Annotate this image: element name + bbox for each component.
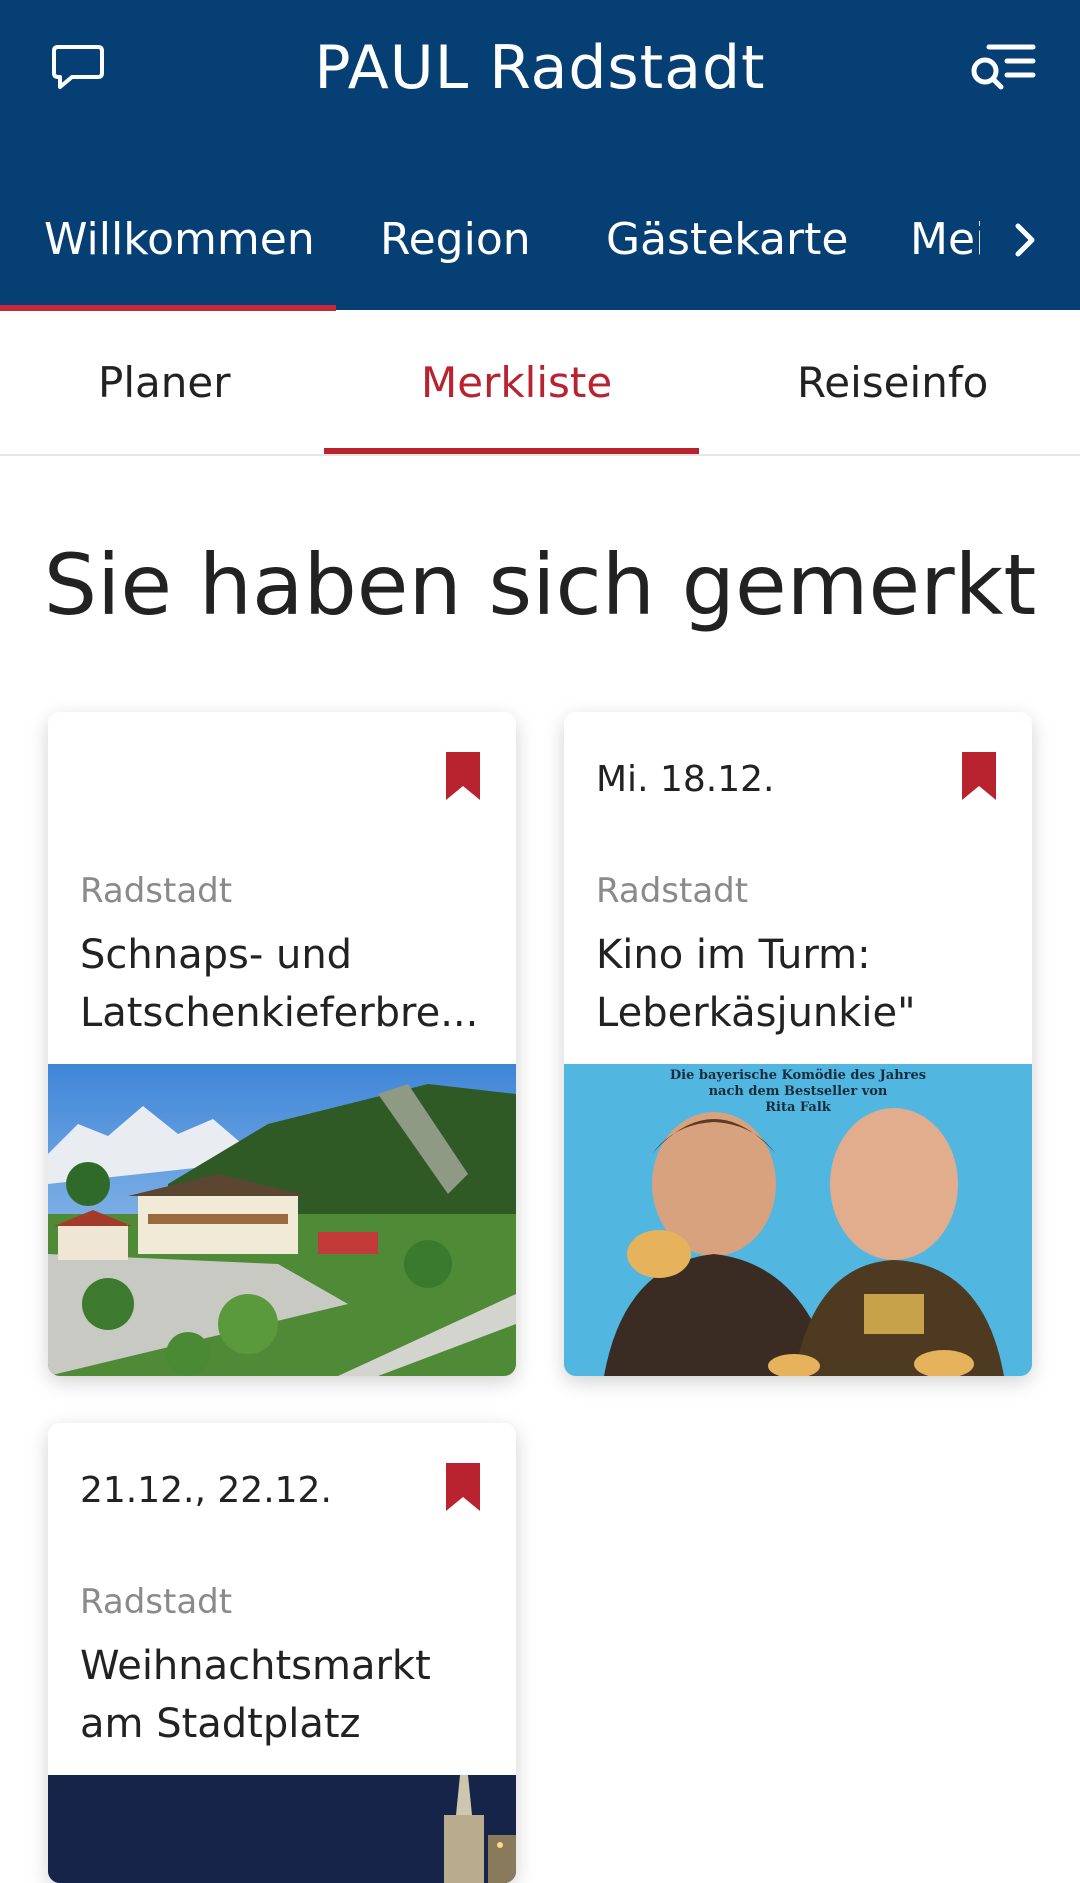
card-date: Mi. 18.12. — [596, 759, 775, 800]
card-title-line: Kino im Turm: — [596, 932, 871, 978]
app-header: PAUL Radstadt Willkommen Region Gästekar… — [0, 0, 1080, 311]
tab-willkommen[interactable]: Willkommen — [44, 210, 315, 270]
tabs-next-button[interactable] — [990, 208, 1060, 272]
night-photo — [48, 1775, 516, 1883]
tab-gaestekarte[interactable]: Gästekarte — [606, 210, 848, 270]
poster-caption-line: Rita Falk — [765, 1100, 831, 1115]
event-card[interactable]: 21.12., 22.12. Radstadt Weihnachtsmarkt … — [48, 1423, 516, 1883]
card-date: 21.12., 22.12. — [80, 1470, 332, 1511]
movie-poster: Die bayerische Komödie des Jahres nach d… — [564, 1064, 1032, 1376]
tab-mein[interactable]: Mei — [910, 210, 980, 270]
bookmark-icon[interactable] — [960, 750, 998, 802]
page-title: Sie haben sich gemerkt — [43, 536, 1037, 634]
chevron-right-icon — [1015, 223, 1035, 257]
card-location: Radstadt — [80, 871, 233, 911]
card-title-line: Leberkäsjunkie" — [596, 990, 916, 1036]
sub-tab-bar: Planer Merkliste Reiseinfo — [0, 310, 1080, 456]
search-menu-button[interactable] — [958, 32, 1046, 102]
card-title-line: Latschenkieferbre... — [80, 990, 479, 1036]
tab-merkliste[interactable]: Merkliste — [421, 355, 612, 411]
card-location: Radstadt — [596, 871, 749, 911]
poster-caption-line: Die bayerische Komödie des Jahres — [669, 1068, 927, 1083]
search-list-icon — [971, 44, 1036, 90]
tab-region[interactable]: Region — [380, 210, 531, 270]
card-location: Radstadt — [80, 1582, 233, 1622]
card-title: Schnaps- und Latschenkieferbre... — [80, 926, 500, 1042]
tab-reiseinfo[interactable]: Reiseinfo — [797, 355, 988, 411]
landscape-photo — [48, 1064, 516, 1376]
card-title-line: am Stadtplatz — [80, 1701, 361, 1747]
card-title-line: Weihnachtsmarkt — [80, 1643, 431, 1689]
card-title: Kino im Turm: Leberkäsjunkie" — [596, 926, 1016, 1042]
card-title: Weihnachtsmarkt am Stadtplatz — [80, 1637, 500, 1753]
event-card[interactable]: Radstadt Schnaps- und Latschenkieferbre.… — [48, 712, 516, 1376]
poster-caption: Die bayerische Komödie des Jahres nach d… — [564, 1068, 1032, 1116]
tab-planer[interactable]: Planer — [98, 355, 230, 411]
app-title: PAUL Radstadt — [314, 33, 766, 103]
event-card[interactable]: Mi. 18.12. Radstadt Kino im Turm: Leberk… — [564, 712, 1032, 1376]
card-title-line: Schnaps- und — [80, 932, 353, 978]
poster-caption-line: nach dem Bestseller von — [708, 1084, 888, 1099]
bookmark-icon[interactable] — [444, 750, 482, 802]
main-tab-bar: Willkommen Region Gästekarte Mei — [0, 190, 1080, 311]
bookmark-icon[interactable] — [444, 1461, 482, 1513]
active-subtab-indicator — [324, 448, 699, 454]
